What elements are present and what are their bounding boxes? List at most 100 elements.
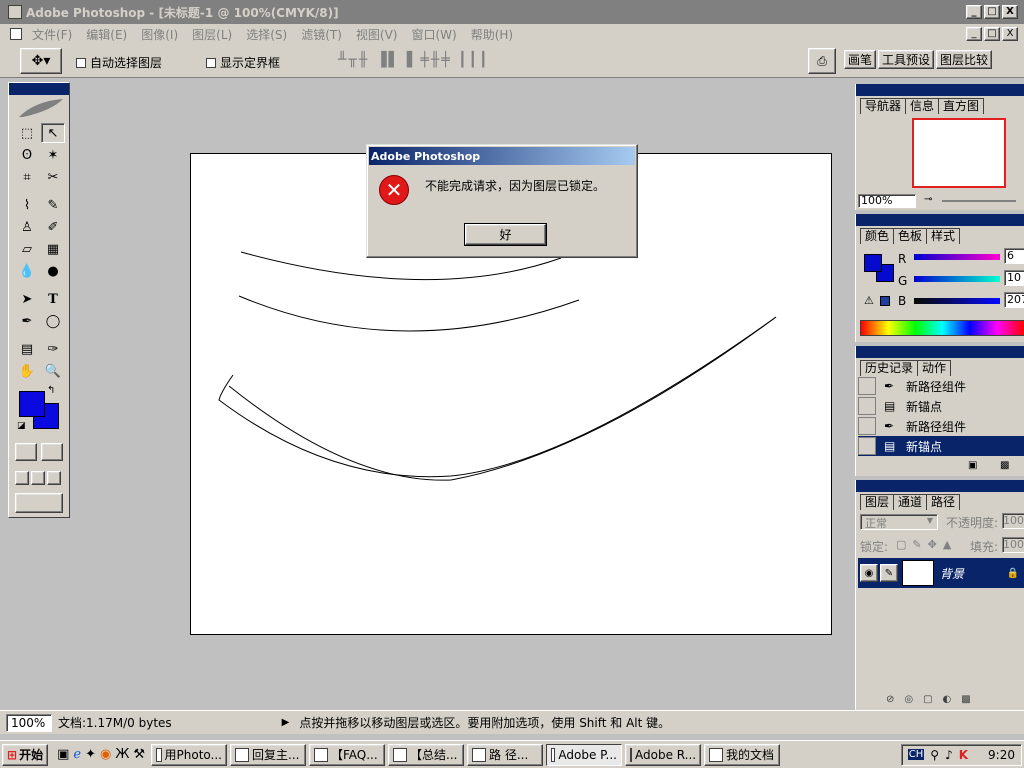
gamut-warning-icon[interactable]: ⚠ [864,294,874,307]
auto-select-checkbox[interactable] [76,57,86,68]
path-selection-tool[interactable]: ➤ [15,289,39,309]
history-item[interactable]: ✒ 新路径组件 [858,376,1024,396]
task-button[interactable]: 用Photo... [151,743,227,766]
brush-link-icon[interactable]: ✎ [880,564,898,582]
tab-history[interactable]: 历史记录 [860,360,919,376]
blend-mode-select[interactable]: 正常 ▼ [860,514,938,530]
lock-icons[interactable]: ▢✎✥▲ [896,538,957,551]
toolbox-header[interactable] [9,83,69,95]
b-value[interactable]: 207 [1004,292,1024,308]
pen-tool[interactable]: ✒ [15,311,39,331]
menu-edit[interactable]: 编辑(E) [86,26,127,43]
layer-row-background[interactable]: ◉ ✎ 背景 🔒 [858,558,1024,588]
screen-mode-standard[interactable] [15,471,29,485]
history-item-selected[interactable]: ▤ 新锚点 [858,436,1024,456]
zoom-slider[interactable] [942,200,1016,202]
crop-tool[interactable]: ⌗ [15,167,39,187]
zoom-tool[interactable]: 🔍 [41,361,65,381]
menu-view[interactable]: 视图(V) [356,26,398,43]
auto-select-layer-option[interactable]: 自动选择图层 [76,54,162,71]
screen-mode-menubar[interactable] [31,471,45,485]
fill-field[interactable]: 100 [1002,537,1024,553]
menu-filter[interactable]: 滤镜(T) [301,26,342,43]
r-value[interactable]: 6 [1004,248,1024,264]
doc-minimize-button[interactable]: _ [966,27,982,41]
zoom-out-icon[interactable]: ⊸ [924,194,932,205]
network-icon[interactable]: ⚲ [930,748,939,762]
color-fg-swatch[interactable] [864,254,882,272]
menu-help[interactable]: 帮助(H) [471,26,513,43]
quick-mask-button[interactable] [41,443,63,461]
minimize-button[interactable]: _ [966,5,982,19]
clone-stamp-tool[interactable]: ♙ [15,217,39,237]
b-slider[interactable] [914,298,1000,304]
g-slider[interactable] [914,276,1000,282]
menu-file[interactable]: 文件(F) [32,26,72,43]
title-bar[interactable]: Adobe Photoshop - [未标题-1 @ 100%(CMYK/8)]… [0,0,1024,24]
lasso-tool[interactable]: ʘ [15,145,39,165]
blur-tool[interactable]: 💧 [15,261,39,281]
gamut-color-swatch[interactable] [880,296,890,306]
show-bounds-option[interactable]: 显示定界框 [206,54,280,71]
eraser-tool[interactable]: ▱ [15,239,39,259]
gradient-tool[interactable]: ▦ [41,239,65,259]
tab-histogram[interactable]: 直方图 [938,98,985,114]
menu-image[interactable]: 图像(I) [141,26,178,43]
menu-window[interactable]: 窗口(W) [411,26,456,43]
brush-tool[interactable]: ✎ [41,195,65,215]
menu-layer[interactable]: 图层(L) [192,26,232,43]
magic-wand-tool[interactable]: ✶ [41,145,65,165]
well-tab-tool-presets[interactable]: 工具预设 [878,50,935,69]
eyedropper-tool[interactable]: ✑ [41,339,65,359]
color-palette-header[interactable] [856,214,1024,226]
maximize-button[interactable]: □ [984,5,1000,19]
new-document-icon[interactable]: ▩ [1000,460,1009,471]
screen-mode-full[interactable] [47,471,61,485]
standard-mode-button[interactable] [15,443,37,461]
task-button[interactable]: 路 径... [467,743,543,766]
tab-color[interactable]: 颜色 [860,228,895,244]
volume-icon[interactable]: ♪ [945,748,953,762]
history-item[interactable]: ▤ 新锚点 [858,396,1024,416]
tab-layers[interactable]: 图层 [860,494,895,510]
menu-select[interactable]: 选择(S) [246,26,287,43]
tab-paths[interactable]: 路径 [926,494,961,510]
antivirus-icon[interactable]: K [959,748,968,762]
task-button[interactable]: 我的文档 [704,743,780,766]
tab-channels[interactable]: 通道 [893,494,928,510]
ie-icon[interactable]: ℯ [73,747,81,762]
ok-button[interactable]: 好 [464,223,547,246]
well-tab-layer-comps[interactable]: 图层比较 [936,50,993,69]
close-button[interactable]: X [1002,5,1018,19]
history-palette-header[interactable] [856,346,1024,358]
layers-palette-header[interactable] [856,480,1024,492]
history-source-cell[interactable] [858,417,876,435]
history-source-cell[interactable] [858,397,876,415]
healing-brush-tool[interactable]: ⌇ [15,195,39,215]
g-value[interactable]: 10 [1004,270,1024,286]
foreground-color-front[interactable] [19,391,45,417]
ime-indicator[interactable]: CH [907,749,925,760]
new-snapshot-icon[interactable]: ▣ [968,460,977,471]
eye-icon[interactable]: ◉ [860,564,878,582]
dodge-tool[interactable]: ● [41,261,65,281]
task-button[interactable]: 回复主... [230,743,306,766]
slice-tool[interactable]: ✂ [41,167,65,187]
task-button[interactable]: 【总结... [388,743,464,766]
tools-icon[interactable]: ⚒ [133,747,145,762]
print-button[interactable]: ⎙ [808,48,836,74]
show-bounds-checkbox[interactable] [206,57,216,68]
hand-tool[interactable]: ✋ [15,361,39,381]
screen-mode-buttons[interactable] [15,471,61,485]
tab-actions[interactable]: 动作 [917,360,952,376]
tab-styles[interactable]: 样式 [926,228,961,244]
task-button-active[interactable]: Adobe P... [546,743,622,766]
notes-tool[interactable]: ▤ [15,339,39,359]
history-item[interactable]: ✒ 新路径组件 [858,416,1024,436]
desktop-icon[interactable]: ▣ [57,747,69,762]
doc-restore-button[interactable]: □ [984,27,1000,41]
tab-info[interactable]: 信息 [905,98,940,114]
status-menu-arrow[interactable]: ▶ [282,717,290,728]
default-colors-icon[interactable]: ◪ [17,421,26,431]
color-ramp[interactable] [860,320,1024,336]
